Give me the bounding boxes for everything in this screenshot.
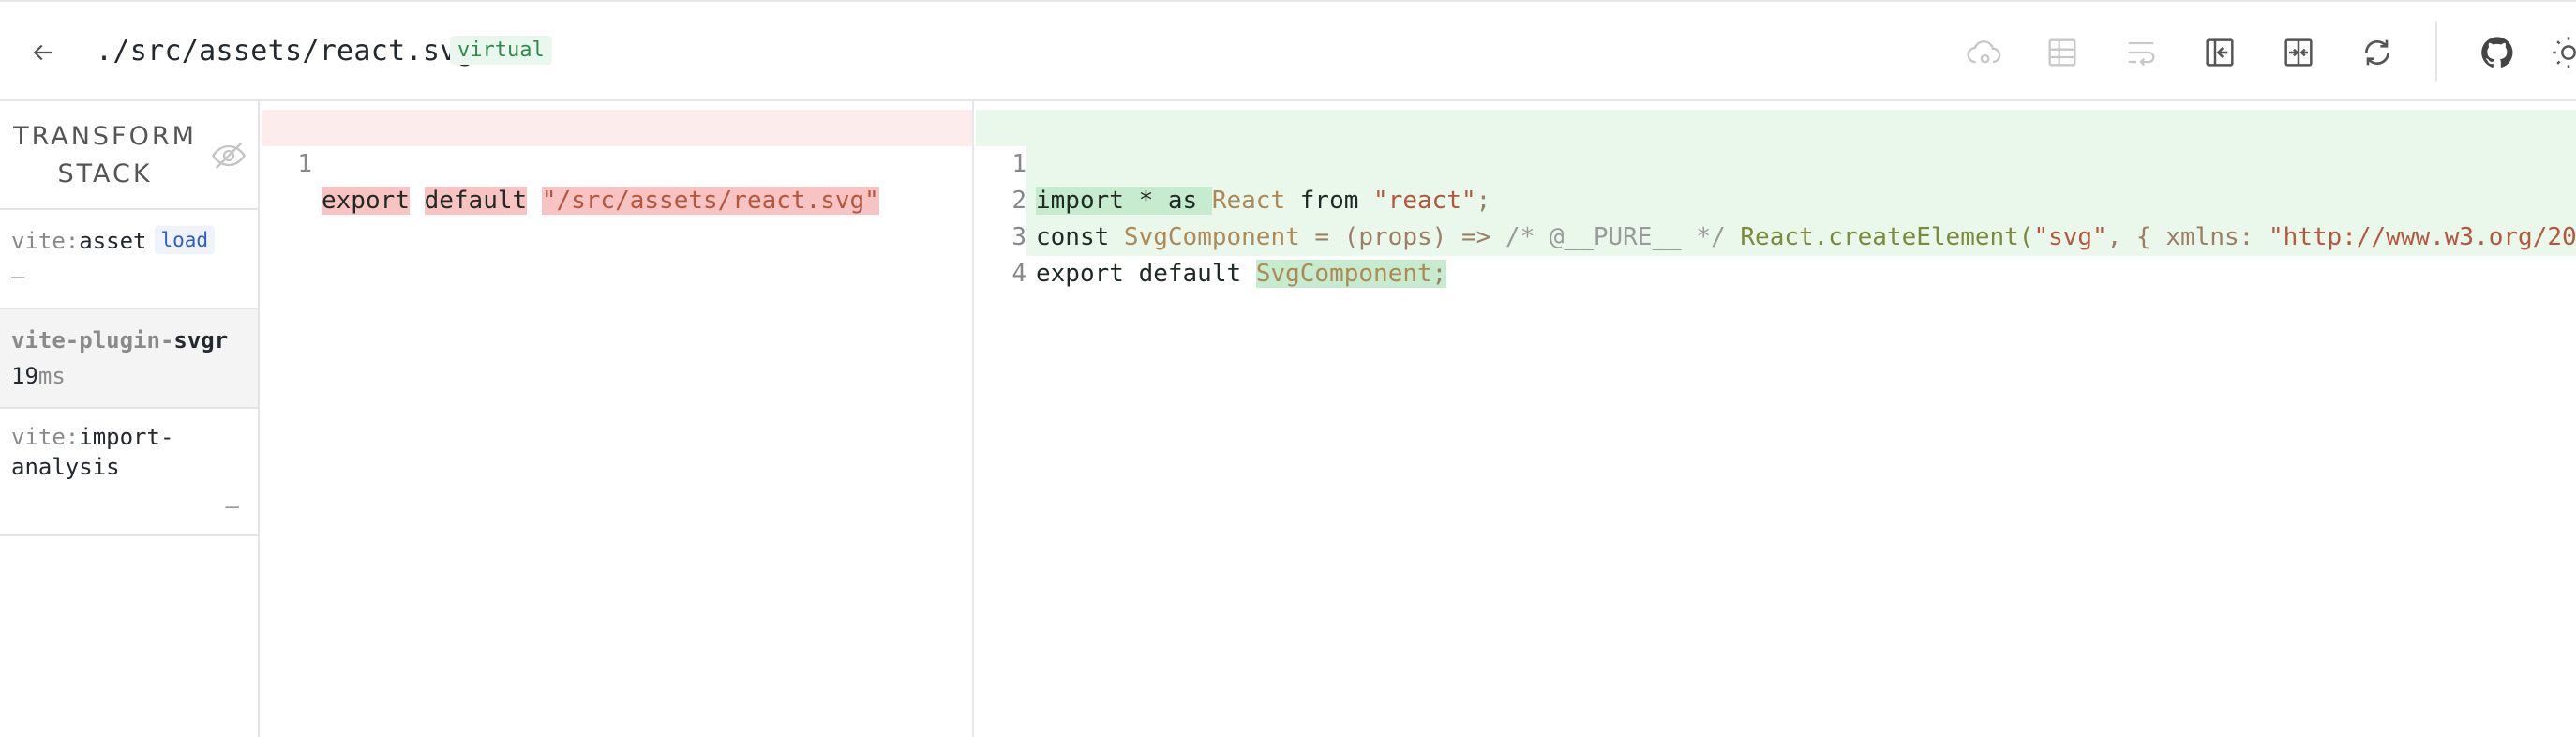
file-path: ./src/assets/react.svg <box>96 35 474 68</box>
wrap-text-icon[interactable] <box>2119 30 2164 75</box>
plugin-item-vite-asset[interactable]: vite:asset load – <box>0 210 258 309</box>
code-line: 1 import * as React from "react"; <box>976 110 2576 215</box>
plugin-time: – <box>225 493 239 519</box>
transform-stack-sidebar: TRANSFORM STACK vite:asset load – vite-pl… <box>0 101 260 737</box>
cloud-settings-icon[interactable] <box>1961 30 2006 75</box>
plugin-item-vite-plugin-svgr[interactable]: vite-plugin-svgr 19ms <box>0 309 258 409</box>
sidebar-header: TRANSFORM STACK <box>0 101 258 210</box>
eye-off-icon[interactable] <box>210 137 247 174</box>
sidebar-title: TRANSFORM STACK <box>13 122 197 188</box>
code-line: 3 export default SvgComponent; <box>976 183 2576 288</box>
code-text: export default SvgComponent; <box>1036 260 1447 288</box>
toolbar-divider <box>2435 21 2437 81</box>
table-icon[interactable] <box>2040 30 2085 75</box>
output-editor[interactable]: 1 import * as React from "react"; 2 cons… <box>976 101 2576 737</box>
plugin-item-vite-import-analysis[interactable]: vite:import- analysis – <box>0 409 258 536</box>
load-badge: load <box>154 226 216 254</box>
plugin-time: – <box>11 263 25 290</box>
sun-icon[interactable] <box>2550 30 2576 75</box>
code-text: export default "/src/assets/react.svg" <box>322 187 879 215</box>
refresh-icon[interactable] <box>2355 30 2400 75</box>
line-number: 4 <box>976 256 1026 293</box>
added-block: 1 import * as React from "react"; 2 cons… <box>976 110 2576 293</box>
virtual-badge: virtual <box>450 36 552 65</box>
collapse-left-icon[interactable] <box>2197 30 2242 75</box>
code-line: 4 <box>976 219 2576 293</box>
top-bar: ./src/assets/react.svg virtual <box>0 0 2576 101</box>
source-editor[interactable]: 1 export default "/src/assets/react.svg" <box>262 101 974 737</box>
back-arrow-icon[interactable] <box>24 34 62 71</box>
plugin-time: 19ms <box>11 363 66 389</box>
github-icon[interactable] <box>2475 30 2520 75</box>
diff-split-icon[interactable] <box>2276 30 2321 75</box>
code-line: 2 const SvgComponent = (props) => /* @__… <box>976 146 2576 251</box>
line-number: 1 <box>262 146 312 183</box>
code-line: 1 export default "/src/assets/react.svg" <box>262 110 972 215</box>
